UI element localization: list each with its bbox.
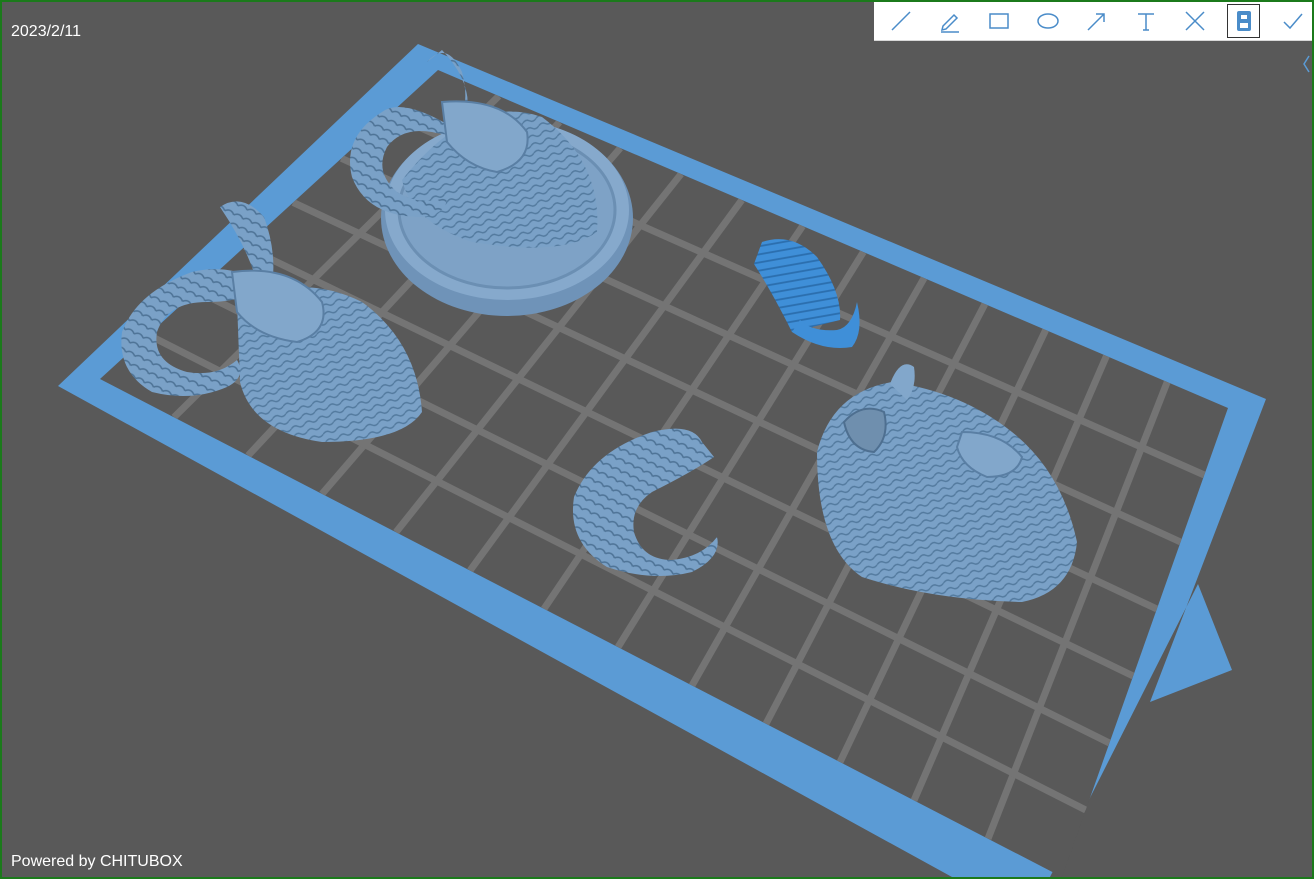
collapse-panel-handle[interactable] — [1302, 54, 1310, 74]
line-tool-button[interactable] — [880, 2, 923, 40]
ellipse-icon — [1037, 13, 1059, 29]
powered-by-label: Powered by CHITUBOX — [11, 853, 183, 870]
screenshot-frame: 2023/2/11 Powered by CHITUBOX — [0, 0, 1314, 879]
save-tool-button[interactable] — [1227, 4, 1261, 38]
line-icon — [891, 11, 911, 31]
check-icon — [1283, 13, 1303, 30]
text-tool-button[interactable] — [1124, 2, 1167, 40]
ellipse-tool-button[interactable] — [1027, 2, 1070, 40]
cancel-tool-button[interactable] — [1173, 2, 1216, 40]
pen-tool-button[interactable] — [929, 2, 972, 40]
close-icon — [1185, 11, 1205, 31]
date-label: 2023/2/11 — [11, 23, 81, 40]
pencil-icon — [941, 13, 960, 33]
save-icon — [1236, 11, 1251, 31]
rectangle-icon — [989, 13, 1009, 29]
arrow-icon — [1087, 13, 1105, 31]
rectangle-tool-button[interactable] — [978, 2, 1021, 40]
arrow-tool-button[interactable] — [1075, 2, 1118, 40]
confirm-tool-button[interactable] — [1271, 2, 1312, 40]
annotation-toolbar — [874, 2, 1312, 41]
3d-viewport[interactable] — [2, 2, 1312, 877]
text-icon — [1137, 13, 1154, 31]
